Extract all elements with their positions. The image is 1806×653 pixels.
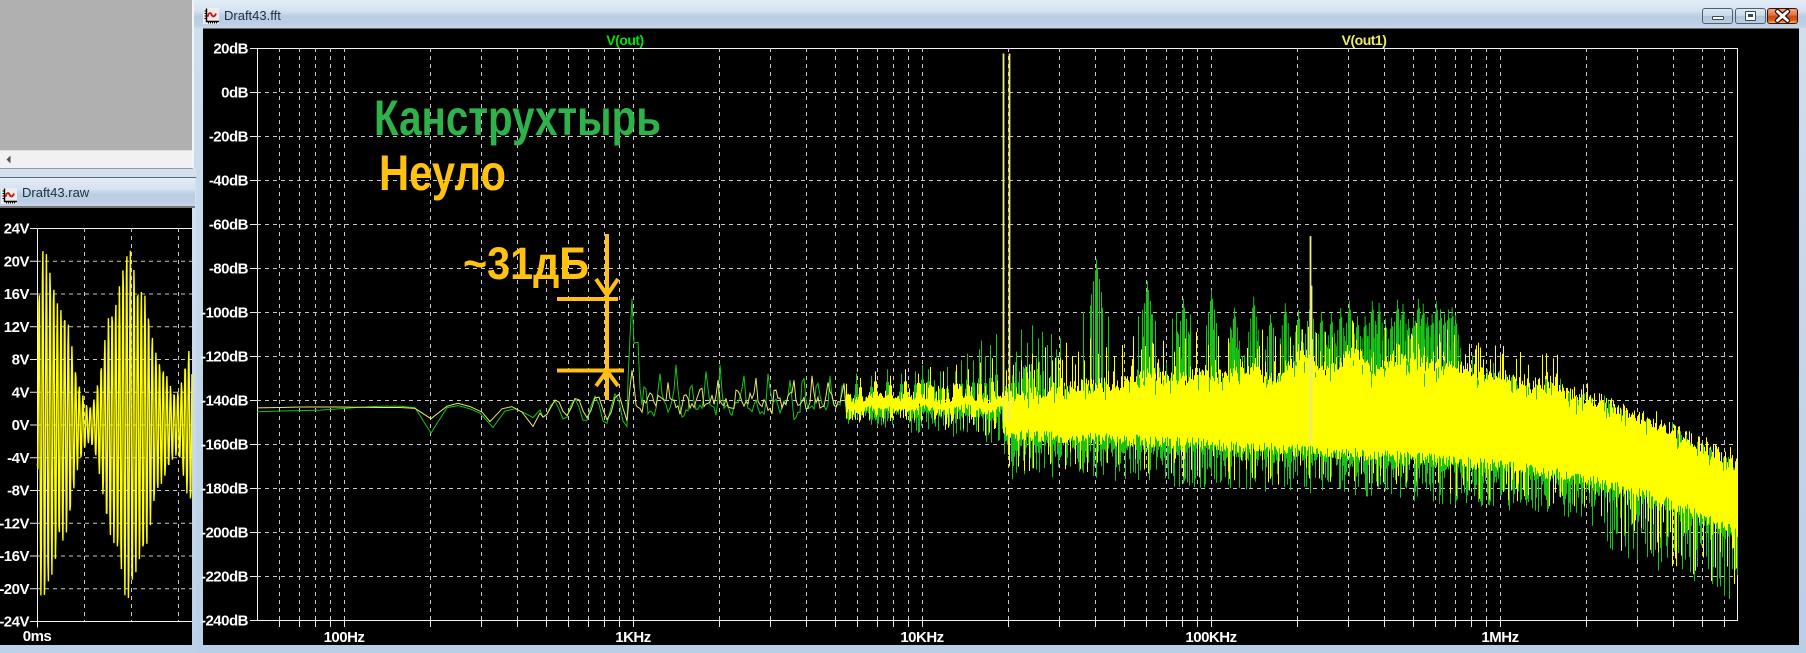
svg-text:20dB: 20dB xyxy=(213,41,248,58)
svg-text:4V: 4V xyxy=(12,384,30,401)
svg-text:100Hz: 100Hz xyxy=(324,629,365,646)
svg-text:-140dB: -140dB xyxy=(201,393,249,410)
svg-text:-40dB: -40dB xyxy=(209,173,249,190)
svg-text:V(out): V(out) xyxy=(606,32,643,48)
svg-text:8V: 8V xyxy=(12,352,30,369)
svg-text:24V: 24V xyxy=(4,221,30,238)
svg-text:10KHz: 10KHz xyxy=(900,629,943,646)
svg-text:-220dB: -220dB xyxy=(201,569,249,586)
svg-text:1KHz: 1KHz xyxy=(615,629,651,646)
svg-text:V(out1): V(out1) xyxy=(1342,32,1387,48)
svg-text:0V: 0V xyxy=(12,417,30,434)
svg-text:-20dB: -20dB xyxy=(209,129,249,146)
svg-text:0ms: 0ms xyxy=(23,628,52,645)
svg-text:-80dB: -80dB xyxy=(209,261,249,278)
svg-text:-200dB: -200dB xyxy=(201,525,249,542)
svg-text:12V: 12V xyxy=(4,319,30,336)
svg-text:~31дБ: ~31дБ xyxy=(463,238,589,289)
svg-text:-180dB: -180dB xyxy=(201,481,249,498)
svg-text:-240dB: -240dB xyxy=(201,613,249,630)
svg-text:Канструхтырь: Канструхтырь xyxy=(374,90,661,146)
svg-text:-12V: -12V xyxy=(0,515,29,532)
svg-text:20V: 20V xyxy=(4,253,30,270)
svg-text:-100dB: -100dB xyxy=(201,305,249,322)
svg-text:-8V: -8V xyxy=(7,483,29,500)
svg-text:-4V: -4V xyxy=(7,450,29,467)
svg-text:-20V: -20V xyxy=(0,581,29,598)
svg-text:16V: 16V xyxy=(4,286,30,303)
svg-text:-160dB: -160dB xyxy=(201,437,249,454)
svg-text:Неуло: Неуло xyxy=(379,145,506,201)
svg-text:0dB: 0dB xyxy=(221,85,249,102)
svg-text:-60dB: -60dB xyxy=(209,217,249,234)
svg-text:-120dB: -120dB xyxy=(201,349,249,366)
svg-text:1MHz: 1MHz xyxy=(1481,629,1518,646)
svg-text:-16V: -16V xyxy=(0,548,29,565)
svg-text:100KHz: 100KHz xyxy=(1185,629,1236,646)
